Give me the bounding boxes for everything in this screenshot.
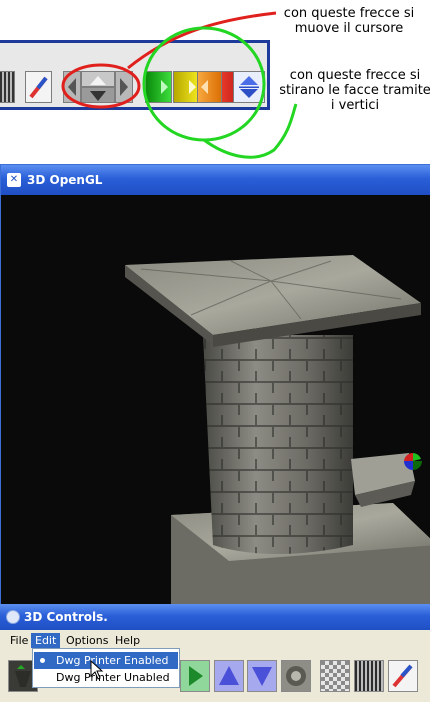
opengl-titlebar[interactable]: ✕ 3D OpenGL [1,165,430,195]
annotation-marks [61,11,298,159]
edit-dropdown: Dwg Printer Enabled Dwg Printer Unabled [32,648,180,688]
opengl-window: ✕ 3D OpenGL [0,164,430,605]
opengl-viewport[interactable] [1,195,430,605]
brush-icon[interactable] [388,660,418,692]
menu-file[interactable]: File [6,633,32,648]
dwg-printer-unabled-label: Dwg Printer Unabled [56,671,170,684]
grid-texture-icon[interactable] [354,660,384,692]
controls-window-icon [6,610,20,624]
mouse-pointer-icon [90,660,104,680]
checker-texture-icon[interactable] [320,660,350,692]
menu-help[interactable]: Help [111,633,144,648]
opengl-window-title: 3D OpenGL [27,173,103,187]
triangle-down-icon[interactable] [247,660,277,692]
menu-item-dwg-printer-unabled[interactable]: Dwg Printer Unabled [34,669,178,686]
play-icon[interactable] [180,660,210,692]
app-logo-icon: ✕ [7,173,21,187]
dwg-printer-enabled-label: Dwg Printer Enabled [56,654,169,667]
circle-icon[interactable] [281,660,311,692]
menu-item-dwg-printer-enabled[interactable]: Dwg Printer Enabled [34,652,178,669]
menu-options[interactable]: Options [62,633,112,648]
triangle-up-icon[interactable] [214,660,244,692]
menu-edit[interactable]: Edit [31,633,61,648]
controls-window-title: 3D Controls. [24,610,108,624]
check-bullet-icon [40,658,45,663]
controls-titlebar[interactable]: 3D Controls. [0,604,430,630]
